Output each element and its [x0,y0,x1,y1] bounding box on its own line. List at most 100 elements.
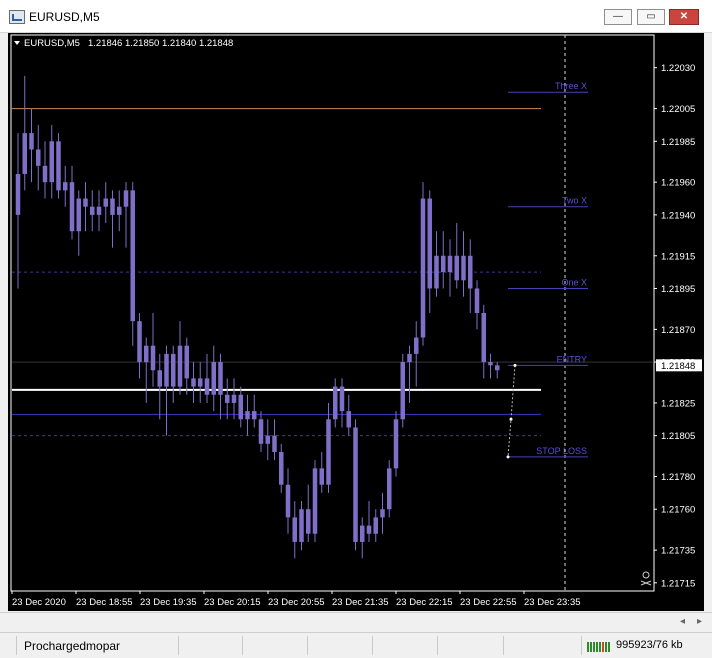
status-divider [437,636,438,655]
maximize-icon: ▭ [646,11,656,22]
status-divider [581,636,582,655]
status-divider [307,636,308,655]
trade-marker [509,417,513,421]
candle-body [177,345,183,387]
x-tick-label: 23 Dec 20:15 [204,597,261,608]
candle-body [164,353,169,387]
maximize-button[interactable]: ▭ [637,9,665,25]
status-traffic: 995923/76 kb [616,639,683,651]
chart-area[interactable]: Three X Two X One X ENTRY STOP LOSS 1.22030 1.… [8,33,704,611]
y-tick-label: 1.21985 [661,137,695,148]
trade-connector [507,365,516,457]
candle-body [461,255,466,281]
candle-body [420,198,426,338]
candle-body [306,509,311,534]
close-button[interactable]: ✕ [669,9,699,25]
candle-body [76,198,81,232]
candle-body [454,255,459,281]
x-tick-label: 23 Dec 23:35 [524,597,581,608]
window-title: EURUSD,M5 [29,10,100,24]
x-tick-label: 23 Dec 22:55 [460,597,517,608]
x-tick-label: 23 Dec 22:15 [396,597,453,608]
status-divider [242,636,243,655]
candle-body [434,255,439,289]
chart-window-icon [9,10,25,24]
candle-body [387,468,392,510]
candle-body [407,353,412,363]
candle-body [468,255,473,289]
level-label: STOP LOSS [536,446,587,456]
scroll-left-icon[interactable]: ◂ [680,616,685,627]
scroll-right-icon[interactable]: ▸ [697,616,702,627]
expert-advisor-icon [642,571,650,579]
ohlc-values: 1.21846 1.21850 1.21840 1.21848 [88,38,233,49]
candle-body [373,517,378,534]
horizontal-scrollbar[interactable]: ◂ ▸ [0,612,712,631]
price-chart[interactable]: Three X Two X One X ENTRY STOP LOSS 1.22030 1.… [8,33,704,611]
status-divider [178,636,179,655]
x-tick-label: 23 Dec 2020 [12,597,66,608]
candle-body [245,411,250,420]
dropdown-icon [14,41,20,45]
plot-border [10,34,655,592]
y-tick-label: 1.22030 [661,63,695,74]
candle-body [427,198,432,289]
level-label: Three X [555,81,587,91]
candle-body [103,198,108,207]
x-tick-label: 23 Dec 20:55 [268,597,325,608]
candle-body [238,394,243,420]
candle-body [157,370,162,387]
status-divider [503,636,504,655]
candle-body [117,206,122,215]
candle-body [130,190,135,322]
candle-body [211,362,216,395]
candle-body [333,386,338,420]
x-tick-label: 23 Dec 19:35 [140,597,197,608]
candle-body [380,509,385,518]
candle-body [272,435,277,452]
y-tick-label: 1.21895 [661,284,695,295]
candle-body [447,255,453,273]
candle-body [22,133,27,174]
level-label: Two X [562,196,587,206]
candle-body [29,133,34,150]
status-divider [372,636,373,655]
candle-body [360,525,365,542]
y-tick-label: 1.22005 [661,104,695,115]
candle-body [346,411,351,428]
candle-body [96,206,102,215]
level-label: ENTRY [557,354,587,364]
candle-body [279,452,284,485]
candle-body [56,141,61,191]
candle-body [339,386,345,412]
candle-body [366,525,372,534]
candle-body [265,435,270,444]
y-tick-label: 1.21825 [661,398,695,409]
connection-bars-icon [587,642,610,652]
terminal-window: EURUSD,M5 — ▭ ✕ Three X Two X One X ENTRY ST… [0,0,712,658]
close-icon: ✕ [679,11,689,22]
candle-body [292,517,297,542]
candle-body [90,206,95,215]
candle-body [225,394,230,403]
candle-body [400,362,405,420]
candle-body [474,288,480,313]
candle-body [83,198,88,207]
y-tick-label: 1.21760 [661,505,695,516]
y-tick-label: 1.21780 [661,472,695,483]
candle-body [495,365,500,371]
status-divider [16,636,17,655]
candle-body [488,362,493,366]
y-tick-label: 1.21870 [661,325,695,336]
candle-body [36,149,41,166]
minimize-button[interactable]: — [604,9,632,25]
candle-body [285,484,291,518]
trade-marker [506,455,510,459]
candle-body [144,345,149,363]
candle-body [414,337,419,354]
chart-symbol-label: EURUSD,M5 [24,38,80,49]
trade-marker [513,363,517,367]
candle-body [63,182,68,191]
candle-body [218,362,223,395]
candle-body [49,141,54,183]
